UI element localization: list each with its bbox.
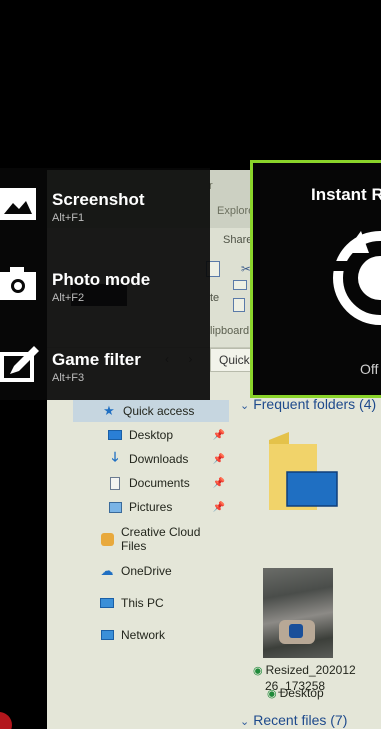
quick-access-star-icon: ★ — [103, 403, 115, 418]
pin-icon[interactable]: 📌 — [213, 502, 225, 513]
creative-cloud-icon — [99, 532, 115, 546]
chevron-down-icon: ⌄ — [240, 716, 250, 728]
ribbon-paste-label: te — [210, 292, 220, 304]
nav-item-label: Downloads — [129, 452, 189, 466]
pin-icon[interactable]: 📌 — [213, 478, 225, 489]
nav-item-label: Desktop — [129, 428, 174, 442]
recent-file-label: ◉ Resized_202012 26_173258 — [253, 663, 356, 693]
desktop-folder-icon[interactable] — [267, 430, 339, 516]
pictures-icon — [107, 500, 123, 514]
widget-title: Screenshot — [52, 190, 145, 209]
screenshot-icon — [0, 188, 36, 220]
paste-shortcut-icon[interactable] — [233, 298, 245, 312]
navigation-pane: ★ Quick access Desktop 📌 🡓 Downloads 📌 D… — [73, 396, 229, 729]
nav-item-label: Creative Cloud Files — [121, 525, 201, 553]
filter-edit-icon — [0, 346, 39, 382]
nav-item-onedrive[interactable]: ☁ OneDrive — [73, 560, 229, 582]
nav-item-label: Documents — [129, 476, 190, 490]
nav-item-this-pc[interactable]: This PC — [73, 592, 229, 614]
widget-shortcut: Alt+F2 — [52, 292, 85, 304]
nav-item-downloads[interactable]: 🡓 Downloads 📌 — [73, 448, 229, 470]
ribbon-group-clipboard: lipboard — [210, 325, 250, 337]
nav-item-desktop[interactable]: Desktop 📌 — [73, 424, 229, 446]
nav-item-documents[interactable]: Documents 📌 — [73, 472, 229, 494]
onedrive-icon: ☁ — [100, 563, 114, 578]
copy-path-icon[interactable] — [233, 280, 247, 290]
frequent-folders-header[interactable]: ⌄ Frequent folders (4) — [240, 396, 376, 412]
nav-item-label: This PC — [121, 596, 164, 610]
nav-item-pictures[interactable]: Pictures 📌 — [73, 496, 229, 518]
widget-shortcut: Alt+F1 — [52, 212, 85, 224]
replay-title: Instant R — [311, 185, 381, 204]
this-pc-icon — [99, 596, 115, 610]
address-text: Quick — [219, 353, 250, 367]
nav-item-label: Pictures — [129, 500, 173, 514]
nav-item-network[interactable]: Network — [73, 624, 229, 646]
widget-shortcut: Alt+F3 — [52, 372, 85, 384]
recent-file-thumbnail[interactable] — [263, 568, 333, 658]
instant-replay-icon — [333, 231, 381, 325]
smartwatch-image-detail — [289, 624, 303, 638]
network-icon — [99, 628, 115, 642]
instant-replay-panel[interactable]: Instant R Off — [250, 160, 381, 398]
desktop-icon — [107, 428, 123, 442]
camera-icon — [0, 267, 36, 300]
sync-status-icon: ◉ — [253, 665, 263, 677]
widget-game-filter[interactable]: Game filter Alt+F3 — [0, 334, 210, 384]
nav-item-creative-cloud[interactable]: Creative Cloud Files — [73, 525, 229, 553]
downloads-icon: 🡓 — [111, 449, 119, 464]
ribbon-tab-share[interactable]: Share — [223, 234, 252, 246]
recent-files-header[interactable]: ⌄ Recent files (7) — [240, 712, 347, 728]
nav-item-label: Quick access — [123, 404, 195, 418]
nav-item-label: OneDrive — [121, 564, 172, 578]
record-indicator-icon — [0, 712, 12, 729]
widget-title: Game filter — [52, 350, 141, 369]
widget-photo-mode[interactable]: Photo mode Alt+F2 — [0, 254, 210, 304]
pin-icon[interactable]: 📌 — [213, 454, 225, 465]
gamebar-capture-menu: Screenshot Alt+F1 Photo mode Alt+F2 Game… — [0, 168, 210, 400]
nav-item-quick-access[interactable]: ★ Quick access — [73, 400, 229, 422]
chevron-down-icon: ⌄ — [240, 400, 250, 412]
nav-item-label: Network — [121, 628, 166, 642]
replay-status: Off — [360, 361, 379, 377]
widget-title: Photo mode — [52, 270, 151, 289]
pin-icon[interactable]: 📌 — [213, 430, 225, 441]
widget-screenshot[interactable]: Screenshot Alt+F1 — [0, 174, 210, 224]
documents-icon — [107, 476, 123, 490]
